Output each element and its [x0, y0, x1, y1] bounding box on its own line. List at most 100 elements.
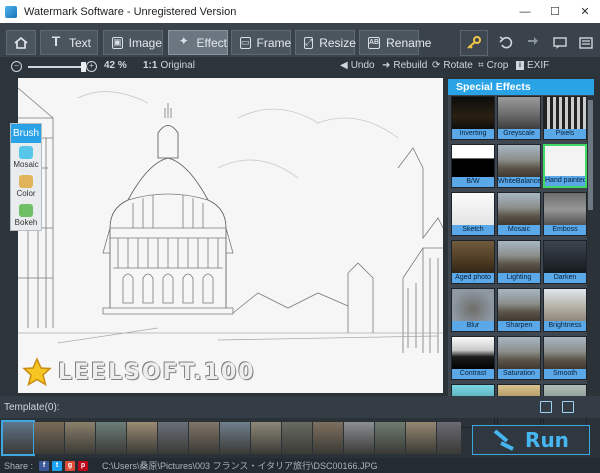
tab-resize[interactable]: ⤢ Resize — [295, 30, 356, 55]
effect-item[interactable]: Saturation — [497, 336, 541, 380]
twitter-icon[interactable]: t — [52, 460, 63, 471]
load-template-icon[interactable] — [562, 401, 574, 413]
effect-label: Lighting — [498, 273, 540, 283]
original-size-button[interactable]: 1:1 Original — [143, 60, 195, 71]
crop-icon: ⌗ — [478, 60, 484, 71]
effect-item[interactable]: Aged photo — [451, 240, 495, 284]
star-watermark-icon[interactable] — [22, 357, 52, 387]
effect-label: Hand painted — [545, 176, 585, 186]
filmstrip-thumbnail[interactable] — [251, 422, 281, 454]
exif-button[interactable]: i EXIF — [516, 60, 549, 71]
brush-bokeh[interactable]: Bokeh — [11, 201, 41, 230]
filmstrip-thumbnail[interactable] — [437, 422, 461, 454]
tab-text-label: Text — [69, 35, 92, 50]
crop-button[interactable]: ⌗ Crop — [478, 60, 508, 71]
rotate-button[interactable]: ⟳ Rotate — [432, 60, 473, 71]
effect-item[interactable]: Hand painted — [543, 144, 587, 188]
filmstrip-thumbnail[interactable] — [34, 422, 64, 454]
frame-icon: ▭ — [240, 36, 251, 49]
effect-thumbnail — [452, 193, 494, 226]
exif-icon: i — [516, 61, 524, 70]
key-button[interactable] — [460, 30, 488, 56]
filmstrip-thumbnail[interactable] — [189, 422, 219, 454]
effect-item[interactable]: Contrast — [451, 336, 495, 380]
filmstrip-thumbnail[interactable] — [375, 422, 405, 454]
undo-history-button[interactable] — [492, 30, 520, 56]
effect-item[interactable]: Lighting — [497, 240, 541, 284]
filmstrip-thumbnail[interactable] — [127, 422, 157, 454]
effects-scrollbar[interactable] — [587, 96, 594, 396]
effect-item[interactable]: Emboss — [543, 192, 587, 236]
filmstrip-thumbnail[interactable] — [406, 422, 436, 454]
menu-button[interactable] — [572, 30, 600, 56]
effect-item[interactable]: B/W — [451, 144, 495, 188]
effect-item[interactable]: Blur — [451, 288, 495, 332]
close-button[interactable]: ✕ — [570, 0, 600, 23]
save-template-icon[interactable] — [540, 401, 552, 413]
effect-item[interactable]: Darken — [543, 240, 587, 284]
chat-icon — [553, 37, 567, 49]
effect-item[interactable]: Pixels — [543, 96, 587, 140]
effect-item[interactable]: Brightness — [543, 288, 587, 332]
filmstrip-thumbnail[interactable] — [282, 422, 312, 454]
effect-thumbnail — [498, 193, 540, 226]
tab-text[interactable]: T Text — [40, 30, 98, 55]
filmstrip-thumbnail[interactable] — [220, 422, 250, 454]
run-button[interactable]: Run — [472, 425, 590, 455]
brush-color[interactable]: Color — [11, 172, 41, 201]
filmstrip-thumbnail[interactable] — [344, 422, 374, 454]
filmstrip-thumbnail[interactable] — [158, 422, 188, 454]
brush-mosaic[interactable]: Mosaic — [11, 143, 41, 172]
tab-bar: T Text ▣ Image ✦ Effect ▭ Frame ⤢ Resize… — [0, 23, 600, 57]
home-tab[interactable] — [6, 30, 36, 55]
mosaic-brush-icon — [19, 146, 33, 159]
filmstrip-thumbnail[interactable] — [96, 422, 126, 454]
facebook-icon[interactable]: f — [39, 460, 50, 471]
pinterest-icon[interactable]: p — [78, 460, 89, 471]
brush-mosaic-label: Mosaic — [13, 160, 39, 169]
tab-image[interactable]: ▣ Image — [103, 30, 163, 55]
effect-item[interactable]: Smooth — [543, 336, 587, 380]
effect-label: Aged photo — [452, 273, 494, 283]
google-plus-icon[interactable]: g — [65, 460, 76, 471]
redo-arrow-icon — [528, 37, 538, 45]
filmstrip-thumbnail[interactable] — [313, 422, 343, 454]
rebuild-button[interactable]: ➜ Rebuild — [382, 60, 427, 71]
effect-label: Sharpen — [498, 321, 540, 331]
redo-history-button[interactable] — [518, 30, 546, 56]
effect-thumbnail — [544, 337, 586, 370]
effect-label: Mosaic — [498, 225, 540, 235]
effect-item[interactable]: Sketch — [451, 192, 495, 236]
tab-effect[interactable]: ✦ Effect — [168, 30, 228, 55]
zoom-in-icon[interactable]: + — [86, 61, 97, 72]
minimize-button[interactable]: — — [510, 0, 540, 23]
brush-bokeh-label: Bokeh — [14, 218, 38, 227]
text-watermark[interactable]: LEELSOFT.100 — [58, 360, 256, 385]
effect-item[interactable]: Greyscale — [497, 96, 541, 140]
zoom-slider[interactable] — [28, 62, 86, 72]
maximize-button[interactable]: ☐ — [540, 0, 570, 23]
effect-item[interactable]: Inverting — [451, 96, 495, 140]
effect-item[interactable]: WhiteBalance — [497, 144, 541, 188]
zoom-out-icon[interactable]: − — [11, 61, 22, 72]
effect-item[interactable]: Sharpen — [497, 288, 541, 332]
original-size-icon: 1:1 — [143, 60, 158, 71]
tab-rename[interactable]: AB Rename — [359, 30, 431, 55]
undo-button[interactable]: ◀ Undo — [340, 60, 375, 71]
tab-frame[interactable]: ▭ Frame — [231, 30, 291, 55]
image-canvas[interactable] — [18, 78, 443, 393]
filmstrip-thumbnail[interactable] — [1, 420, 35, 456]
brush-color-label: Color — [16, 189, 36, 198]
rotate-label: Rotate — [443, 60, 473, 71]
effect-label: Smooth — [544, 369, 586, 379]
effects-scrollbar-thumb[interactable] — [588, 100, 593, 210]
effect-thumbnail — [545, 146, 585, 179]
effect-thumbnail — [544, 241, 586, 274]
effect-item[interactable]: Mosaic — [497, 192, 541, 236]
feedback-button[interactable] — [546, 30, 574, 56]
effect-thumbnail — [544, 193, 586, 226]
app-icon — [5, 5, 17, 18]
effect-label: Sketch — [452, 225, 494, 235]
image-icon: ▣ — [112, 36, 123, 49]
filmstrip-thumbnail[interactable] — [65, 422, 95, 454]
